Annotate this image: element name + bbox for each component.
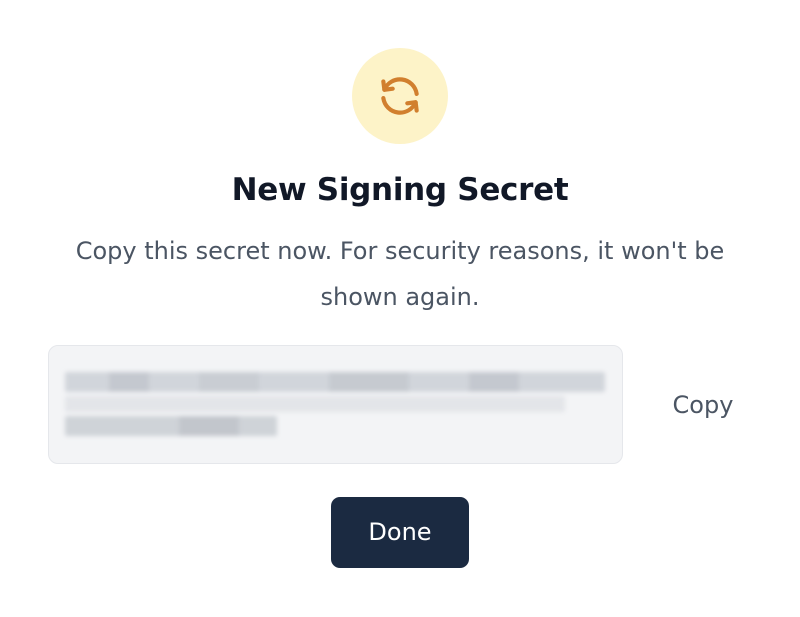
refresh-icon-badge	[352, 48, 448, 144]
dialog-title: New Signing Secret	[231, 172, 569, 208]
copy-button[interactable]: Copy	[646, 380, 760, 430]
obscured-secret-text	[65, 372, 605, 436]
refresh-icon	[381, 77, 419, 115]
dialog-description: Copy this secret now. For security reaso…	[75, 237, 725, 311]
secret-value-field[interactable]	[48, 345, 623, 464]
done-button[interactable]: Done	[331, 497, 469, 568]
signing-secret-dialog: New Signing Secret Copy this secret now.…	[0, 0, 800, 617]
